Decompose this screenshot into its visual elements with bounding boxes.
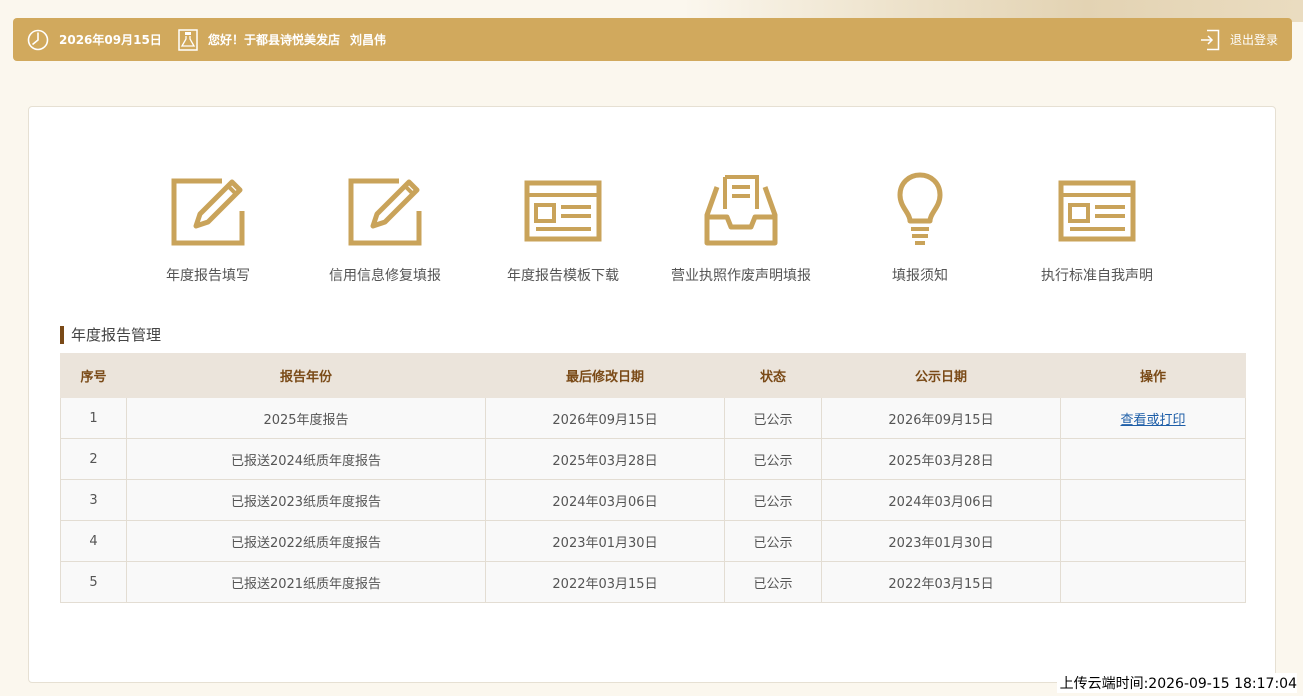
cell-status: 已公示 [724, 397, 822, 439]
column-header-modified: 最后修改日期 [485, 353, 725, 398]
table-row: 2 已报送2024纸质年度报告 2025年03月28日 已公示 2025年03月… [60, 438, 1246, 480]
tile-label: 信用信息修复填报 [329, 268, 441, 284]
cell-year: 已报送2022纸质年度报告 [126, 520, 486, 562]
date-display: 2026年09月15日 [27, 18, 162, 61]
cell-no: 2 [60, 438, 127, 480]
cell-published: 2023年01月30日 [821, 520, 1061, 562]
table-row: 4 已报送2022纸质年度报告 2023年01月30日 已公示 2023年01月… [60, 520, 1246, 562]
tile-label: 年度报告填写 [166, 268, 250, 284]
column-header-published: 公示日期 [821, 353, 1061, 398]
page: 2026年09月15日 您好！于都县诗悦美发店 刘昌伟 退出登录 年度报告填写 … [0, 0, 1303, 696]
logout-icon [1200, 29, 1220, 50]
tile-credit-repair[interactable]: 信用信息修复填报 [300, 171, 470, 291]
tile-annual-report-fill[interactable]: 年度报告填写 [123, 171, 293, 291]
edit-icon [171, 178, 245, 246]
cell-year: 2025年度报告 [126, 397, 486, 439]
greeting-text: 您好！于都县诗悦美发店 [208, 33, 341, 47]
cell-status: 已公示 [724, 561, 822, 603]
current-date: 2026年09月15日 [59, 33, 162, 47]
cell-year: 已报送2024纸质年度报告 [126, 438, 486, 480]
table-header-row: 序号 报告年份 最后修改日期 状态 公示日期 操作 [60, 353, 1246, 398]
tile-standard-self-declaration[interactable]: 执行标准自我声明 [1012, 171, 1182, 291]
annual-report-table: 序号 报告年份 最后修改日期 状态 公示日期 操作 1 2025年度报告 202… [60, 353, 1246, 603]
logout-label: 退出登录 [1229, 33, 1278, 47]
cell-year: 已报送2023纸质年度报告 [126, 479, 486, 521]
cell-modified: 2023年01月30日 [485, 520, 725, 562]
cell-year: 已报送2021纸质年度报告 [126, 561, 486, 603]
top-bar: 2026年09月15日 您好！于都县诗悦美发店 刘昌伟 退出登录 [13, 18, 1292, 61]
cell-no: 3 [60, 479, 127, 521]
lightbulb-icon [897, 172, 943, 245]
cell-published: 2026年09月15日 [821, 397, 1061, 439]
cell-no: 1 [60, 397, 127, 439]
table-row: 5 已报送2021纸质年度报告 2022年03月15日 已公示 2022年03月… [60, 561, 1246, 603]
tile-license-void-statement[interactable]: 营业执照作废声明填报 [656, 171, 826, 291]
cell-no: 5 [60, 561, 127, 603]
tile-filing-notice[interactable]: 填报须知 [835, 171, 1005, 291]
cell-published: 2024年03月06日 [821, 479, 1061, 521]
view-or-print-link[interactable]: 查看或打印 [1120, 413, 1185, 428]
cell-status: 已公示 [724, 479, 822, 521]
cell-no: 4 [60, 520, 127, 562]
template-icon [1058, 180, 1136, 242]
column-header-action: 操作 [1060, 353, 1246, 398]
cell-modified: 2024年03月06日 [485, 479, 725, 521]
column-header-year: 报告年份 [126, 353, 486, 398]
section-title: 年度报告管理 [60, 326, 161, 344]
logout-button[interactable]: 退出登录 [1200, 18, 1278, 61]
tile-label: 填报须知 [892, 268, 948, 284]
table-row: 1 2025年度报告 2026年09月15日 已公示 2026年09月15日 查… [60, 397, 1246, 439]
cell-published: 2022年03月15日 [821, 561, 1061, 603]
inbox-icon [704, 175, 778, 246]
user-name: 刘昌伟 [350, 33, 387, 47]
tile-label: 执行标准自我声明 [1041, 268, 1153, 284]
cell-action: 查看或打印 [1060, 397, 1246, 439]
cell-modified: 2022年03月15日 [485, 561, 725, 603]
cell-action [1060, 561, 1246, 603]
cell-action [1060, 438, 1246, 480]
tile-label: 年度报告模板下载 [507, 268, 619, 284]
cell-modified: 2026年09月15日 [485, 397, 725, 439]
table-row: 3 已报送2023纸质年度报告 2024年03月06日 已公示 2024年03月… [60, 479, 1246, 521]
tile-label: 营业执照作废声明填报 [671, 268, 811, 284]
greeting: 您好！于都县诗悦美发店 刘昌伟 [178, 18, 386, 61]
cell-published: 2025年03月28日 [821, 438, 1061, 480]
edit-icon [348, 178, 422, 246]
cell-status: 已公示 [724, 520, 822, 562]
clock-icon [27, 29, 49, 50]
cell-action [1060, 520, 1246, 562]
cell-status: 已公示 [724, 438, 822, 480]
cell-action [1060, 479, 1246, 521]
column-header-no: 序号 [60, 353, 127, 398]
main-panel: 年度报告填写 信用信息修复填报 年度报告模板下载 营业执照作废声明填报 填报须知… [28, 106, 1276, 683]
template-icon [524, 180, 602, 242]
user-badge-icon [178, 28, 198, 51]
cell-modified: 2025年03月28日 [485, 438, 725, 480]
column-header-status: 状态 [724, 353, 822, 398]
tile-template-download[interactable]: 年度报告模板下载 [478, 171, 648, 291]
upload-time: 上传云端时间:2026-09-15 18:17:04 [1056, 673, 1297, 693]
